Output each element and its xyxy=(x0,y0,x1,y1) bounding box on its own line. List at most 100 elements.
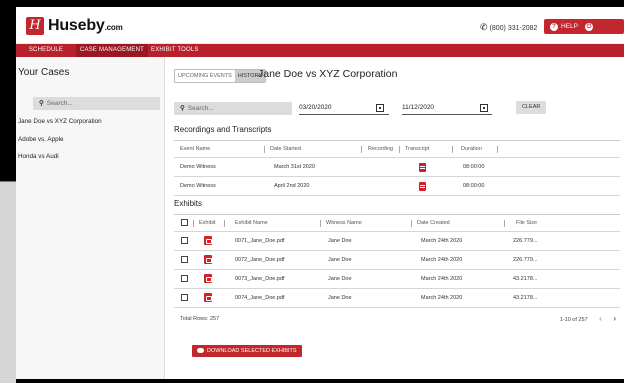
row-checkbox[interactable] xyxy=(181,294,188,301)
nav-case-management[interactable]: CASE MANAGEMENT xyxy=(76,44,148,57)
calendar-icon[interactable] xyxy=(480,104,488,112)
recordings-table: Event Name Date Started Recording Transc… xyxy=(174,140,620,196)
phone-number[interactable]: ✆ (800) 331-2082 xyxy=(480,22,537,33)
table-row[interactable]: 0072_Jane_Doe.pdf Jane Doe March 24th 20… xyxy=(174,251,620,270)
end-date-field[interactable]: 11/12/2020 xyxy=(402,102,492,115)
witness-name: Jane Doe xyxy=(328,276,352,282)
event-search-input[interactable]: ⚲ Search... xyxy=(174,102,292,115)
pagination-range: 1-10 of 257 xyxy=(559,317,588,323)
exhibit-name: 0073_Jane_Doe.pdf xyxy=(235,276,285,282)
table-row[interactable]: 0071_Jane_Doe.pdf Jane Doe March 24th 20… xyxy=(174,232,620,251)
event-name: Demo Witness xyxy=(180,164,216,170)
divider xyxy=(264,146,265,153)
total-rows: Total Rows: 257 xyxy=(180,316,220,322)
event-tabs: UPCOMING EVENTS HISTORY xyxy=(174,69,267,83)
exhibits-table: Exhibit Exhibit Name Witness Name Date C… xyxy=(174,214,620,330)
top-header: H Huseby.com ✆ (800) 331-2082 ? HELP ⏻LOGO… xyxy=(16,7,624,45)
sidebar-item-case[interactable]: Honda vs Audi xyxy=(18,153,59,160)
col-date-created: Date Created xyxy=(417,220,450,226)
main-nav: SCHEDULE CASE MANAGEMENT EXHIBIT TOOLS xyxy=(16,44,624,57)
phone-icon: ✆ xyxy=(480,22,488,32)
col-recording: Recording xyxy=(368,146,394,152)
table-row[interactable]: Demo Witness April 2nd 2020 08:00:00 xyxy=(174,177,620,196)
col-transcript: Transcript xyxy=(405,146,430,152)
app-window: H Huseby.com ✆ (800) 331-2082 ? HELP ⏻LOGO… xyxy=(16,7,624,379)
event-date: April 2nd 2020 xyxy=(274,183,310,189)
download-selected-exhibits-button[interactable]: DOWNLOAD SELECTED EXHIBITS xyxy=(192,345,302,357)
logout-button[interactable]: ⏻LOGOUT xyxy=(579,19,624,45)
col-exhibit-name: Exhibit Name xyxy=(235,220,268,226)
exhibit-file-icon[interactable] xyxy=(204,255,212,264)
exhibit-file-icon[interactable] xyxy=(204,274,212,283)
date-created: March 24th 2020 xyxy=(421,257,463,263)
event-duration: 08:00:00 xyxy=(463,164,485,170)
divider xyxy=(504,220,505,227)
sidebar-item-case[interactable]: Jane Doe vs XYZ Corporation xyxy=(18,118,102,125)
table-row[interactable]: 0073_Jane_Doe.pdf Jane Doe March 24th 20… xyxy=(174,270,620,289)
event-duration: 08:00:00 xyxy=(463,183,485,189)
help-icon: ? xyxy=(550,23,558,31)
table-header: Exhibit Exhibit Name Witness Name Date C… xyxy=(174,215,620,232)
select-all-checkbox[interactable] xyxy=(181,219,188,226)
exhibit-name: 0074_Jane_Doe.pdf xyxy=(235,295,285,301)
pagination: 1-10 of 257 ‹ › xyxy=(560,308,616,331)
cloud-download-icon xyxy=(197,348,204,354)
date-created: March 24th 2020 xyxy=(421,295,463,301)
col-event-name: Event Name xyxy=(180,146,211,152)
logo-text[interactable]: Huseby.com xyxy=(48,17,123,35)
row-checkbox[interactable] xyxy=(181,256,188,263)
date-created: March 24th 2020 xyxy=(421,276,463,282)
file-size: 226.779... xyxy=(513,257,538,263)
power-icon: ⏻ xyxy=(585,23,593,31)
nav-exhibit-tools[interactable]: EXHIBIT TOOLS xyxy=(151,44,201,57)
search-icon: ⚲ xyxy=(39,100,44,107)
col-witness-name: Witness Name xyxy=(326,220,362,226)
chevron-right-icon[interactable]: › xyxy=(613,308,616,330)
chevron-left-icon[interactable]: ‹ xyxy=(599,308,602,330)
clear-button[interactable]: CLEAR xyxy=(516,101,547,114)
case-search-input[interactable]: ⚲ Search... xyxy=(33,97,160,110)
exhibit-file-icon[interactable] xyxy=(204,236,212,245)
file-size: 43.2178... xyxy=(513,295,538,301)
col-exhibit: Exhibit xyxy=(199,220,216,226)
event-search-placeholder: Search... xyxy=(187,105,214,112)
divider xyxy=(399,146,400,153)
table-row[interactable]: Demo Witness March 31st 2020 08:00:00 xyxy=(174,158,620,177)
divider xyxy=(320,220,321,227)
tab-upcoming-events[interactable]: UPCOMING EVENTS xyxy=(175,70,235,82)
nav-schedule[interactable]: SCHEDULE xyxy=(16,44,76,57)
brand-suffix: .com xyxy=(104,23,123,32)
divider xyxy=(193,220,194,227)
witness-name: Jane Doe xyxy=(328,257,352,263)
phone-label: (800) 331-2082 xyxy=(489,25,538,32)
file-size: 43.2178... xyxy=(513,276,538,282)
col-duration: Duration xyxy=(461,146,482,152)
exhibits-title: Exhibits xyxy=(174,199,203,208)
row-checkbox[interactable] xyxy=(181,275,188,282)
divider xyxy=(411,220,412,227)
download-label: DOWNLOAD SELECTED EXHIBITS xyxy=(207,348,297,354)
divider xyxy=(224,220,225,227)
search-icon: ⚲ xyxy=(180,105,185,112)
divider xyxy=(361,146,362,153)
recordings-title: Recordings and Transcripts xyxy=(174,125,272,134)
backdrop-panel xyxy=(0,182,16,383)
table-header: Event Name Date Started Recording Transc… xyxy=(174,141,620,158)
transcript-pdf-icon[interactable] xyxy=(419,163,426,172)
cases-sidebar: Your Cases ⚲ Search... Jane Doe vs XYZ Co… xyxy=(16,57,165,379)
exhibit-name: 0071_Jane_Doe.pdf xyxy=(235,238,285,244)
table-row[interactable]: 0074_Jane_Doe.pdf Jane Doe March 24th 20… xyxy=(174,289,620,308)
exhibit-name: 0072_Jane_Doe.pdf xyxy=(235,257,285,263)
sidebar-item-case[interactable]: Adobe vs. Apple xyxy=(18,136,64,143)
table-footer: Total Rows: 257 1-10 of 257 ‹ › xyxy=(174,308,620,330)
help-button[interactable]: ? HELP xyxy=(544,19,584,34)
col-file-size: File Size xyxy=(516,220,538,226)
row-checkbox[interactable] xyxy=(181,237,188,244)
file-size: 226.779... xyxy=(513,238,538,244)
exhibit-file-icon[interactable] xyxy=(204,293,212,302)
witness-name: Jane Doe xyxy=(328,295,352,301)
transcript-pdf-icon[interactable] xyxy=(419,182,426,191)
divider xyxy=(497,146,498,153)
calendar-icon[interactable] xyxy=(376,104,384,112)
sidebar-title: Your Cases xyxy=(18,67,70,78)
